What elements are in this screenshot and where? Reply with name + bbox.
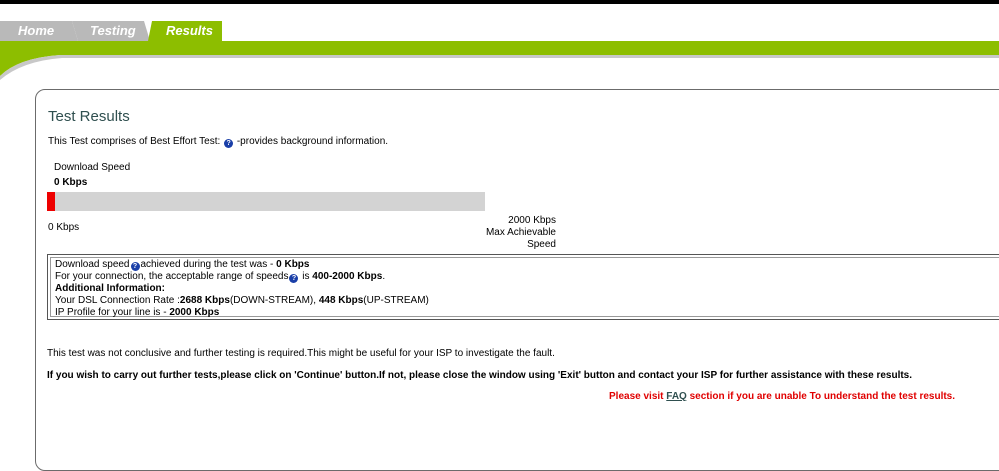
- tab-results[interactable]: Results: [148, 21, 222, 41]
- speed-meter: [47, 192, 485, 211]
- meter-max-label: 2000 Kbps Max Achievable Speed: [458, 215, 556, 251]
- info-downstream-value: 2688 Kbps: [179, 295, 230, 306]
- info-additional-heading: Additional Information:: [55, 283, 999, 295]
- intro-text-start: This Test comprises of Best Effort Test:: [48, 136, 224, 147]
- faq-note-end: section if you are unable To understand …: [686, 391, 956, 402]
- info-line2-end: .: [382, 271, 386, 282]
- meter-max-value: 2000 Kbps: [508, 215, 556, 226]
- help-circle-icon[interactable]: ?: [130, 262, 140, 271]
- page-title: Test Results: [48, 108, 130, 125]
- info-line-download: Download speed? achieved during the test …: [55, 259, 999, 271]
- help-circle-icon[interactable]: ?: [224, 139, 234, 148]
- info-line-ip-profile: IP Profile for your line is - 2000 Kbps: [55, 307, 999, 319]
- info-line1-b: achieved during the test was -: [140, 259, 277, 270]
- info-ip-profile-value: 2000 Kbps: [169, 307, 220, 318]
- info-box-inner: Download speed? achieved during the test …: [50, 257, 999, 319]
- inconclusive-note: This test was not conclusive and further…: [47, 348, 555, 359]
- info-line-dsl-rate: Your DSL Connection Rate :2688 Kbps(DOWN…: [55, 295, 999, 307]
- info-line4-b: (DOWN-STREAM),: [229, 295, 319, 306]
- info-line2-b: is: [299, 271, 313, 282]
- info-additional-heading-text: Additional Information:: [55, 283, 165, 294]
- info-line1-value: 0 Kbps: [276, 259, 310, 270]
- info-line2-value: 400-2000 Kbps: [312, 271, 383, 282]
- help-circle-icon[interactable]: ?: [289, 274, 299, 283]
- meter-max-caption: Max Achievable Speed: [485, 227, 556, 250]
- info-box: Download speed? achieved during the test …: [47, 254, 999, 320]
- header-green-band: [0, 41, 999, 80]
- speed-meter-fill: [47, 192, 55, 211]
- info-line1-a: Download speed: [55, 259, 130, 270]
- info-line2-a: For your connection, the acceptable rang…: [55, 271, 289, 282]
- tab-testing[interactable]: Testing: [72, 21, 150, 41]
- tab-home[interactable]: Home: [0, 21, 78, 41]
- download-speed-label: Download Speed: [54, 162, 131, 173]
- faq-link[interactable]: FAQ: [666, 391, 687, 402]
- info-line4-a: Your DSL Connection Rate :: [55, 295, 180, 306]
- continue-instruction: If you wish to carry out further tests,p…: [47, 370, 913, 381]
- info-line5-a: IP Profile for your line is -: [55, 307, 170, 318]
- meter-min-label: 0 Kbps: [48, 222, 80, 233]
- info-line4-c: (UP-STREAM): [363, 295, 429, 306]
- download-speed-value: 0 Kbps: [54, 177, 88, 188]
- intro-text-end: -provides background information.: [234, 136, 389, 147]
- faq-note-start: Please visit: [609, 391, 667, 402]
- intro-text: This Test comprises of Best Effort Test:…: [48, 136, 388, 148]
- info-upstream-value: 448 Kbps: [318, 295, 364, 306]
- info-line-range: For your connection, the acceptable rang…: [55, 271, 999, 283]
- faq-note: Please visit FAQ section if you are unab…: [609, 391, 955, 402]
